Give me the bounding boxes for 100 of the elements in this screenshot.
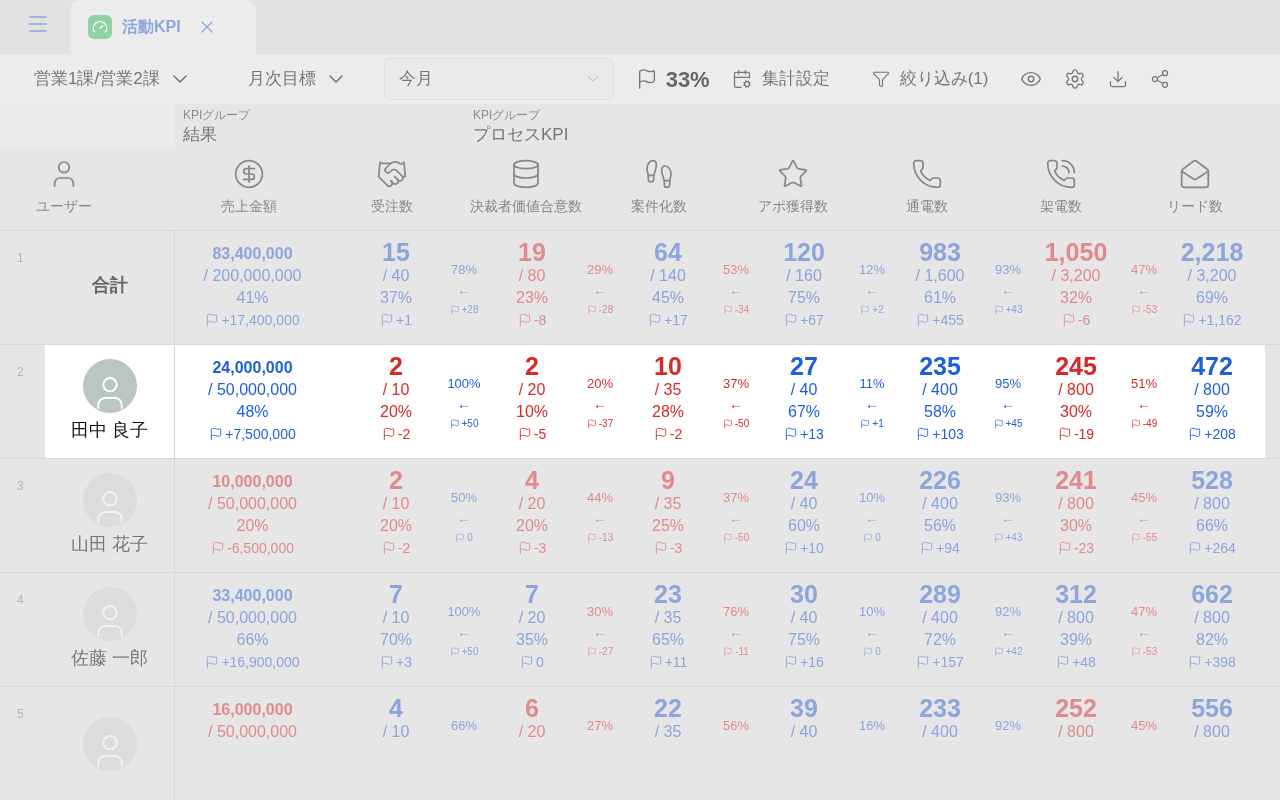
conversion-rate: 51% <box>1131 375 1157 393</box>
download-icon[interactable] <box>1108 69 1129 90</box>
actual-value: 23 <box>654 581 682 607</box>
target-value: / 400 <box>922 380 958 400</box>
target-value: / 800 <box>1194 494 1230 514</box>
flag-icon <box>1188 655 1203 669</box>
difference-text: +1,162 <box>1182 309 1242 331</box>
actual-value: 472 <box>1191 353 1233 379</box>
difference-text: +103 <box>916 423 964 445</box>
settings-icon[interactable] <box>1064 68 1087 91</box>
flag-icon <box>993 305 1004 315</box>
difference-text: -28 <box>586 300 614 320</box>
actual-value: 556 <box>1191 695 1233 721</box>
flag-icon <box>381 427 396 441</box>
target-value: / 50,000,000 <box>208 494 297 514</box>
achievement-rate: 30% <box>1060 516 1092 536</box>
conversion-rate: 47% <box>1131 261 1157 279</box>
difference-text: -3 <box>517 537 547 559</box>
achievement-rate: 41% <box>236 288 269 308</box>
difference-text: -2 <box>381 423 411 445</box>
tab[interactable]: 活動KPI <box>70 0 256 54</box>
flag-icon <box>1188 427 1203 441</box>
conversion-rate: 37% <box>723 375 749 393</box>
flag-icon <box>916 655 931 669</box>
arrow-text: ← <box>729 281 743 300</box>
target-value: / 50,000,000 <box>208 722 297 742</box>
target-dropdown[interactable]: 月次目標 <box>247 66 344 92</box>
flag-icon <box>1057 427 1072 441</box>
aggregation-settings-button[interactable]: 集計設定 <box>731 66 830 92</box>
arrow-text: ← <box>865 509 879 528</box>
difference-text: -37 <box>586 414 614 434</box>
target-value: / 20 <box>518 380 546 400</box>
team-dropdown[interactable]: 営業1課/営業2課 <box>34 66 188 92</box>
target-value: / 400 <box>922 608 958 628</box>
user-name: 山田 花子 <box>71 533 148 556</box>
arrow-text: ← <box>593 509 607 528</box>
conversion-rate: 30% <box>587 603 613 621</box>
period-select[interactable]: 今月 <box>383 58 614 101</box>
flag-icon <box>722 419 733 429</box>
achievement-rate: 48% <box>236 402 269 422</box>
target-value: / 35 <box>654 608 682 628</box>
flag-icon <box>1182 313 1197 327</box>
difference-text: -2 <box>653 423 683 445</box>
achievement-rate: 25% <box>652 516 684 536</box>
achievement-rate: 66% <box>236 630 269 650</box>
conversion-rate: 76% <box>723 603 749 621</box>
actual-value: 9 <box>661 467 675 493</box>
conversion-rate: 93% <box>995 261 1021 279</box>
actual-value: 4 <box>525 467 539 493</box>
flag-icon <box>211 541 225 555</box>
flag-icon <box>784 427 799 441</box>
target-value: / 3,200 <box>1187 266 1237 286</box>
flag-icon <box>1061 313 1076 327</box>
difference-text: +1 <box>860 414 884 434</box>
target-value: / 800 <box>1058 608 1094 628</box>
conversion-rate: 50% <box>451 489 477 507</box>
actual-value: 7 <box>389 581 403 607</box>
column-label: 売上金額 <box>221 196 278 216</box>
achievement-rate: 45% <box>652 288 684 308</box>
conversion-rate: 20% <box>587 375 613 393</box>
achievement-rate: 32% <box>1060 288 1092 308</box>
difference-text: -49 <box>1130 414 1158 434</box>
filter-button[interactable]: 絞り込み(1) <box>871 66 989 92</box>
flag-icon <box>863 533 874 543</box>
flag-icon <box>1130 533 1141 543</box>
achievement-rate: 60% <box>788 516 820 536</box>
target-value: / 10 <box>382 608 410 628</box>
flag-icon <box>860 419 871 429</box>
arrow-text: ← <box>1001 623 1015 642</box>
actual-value: 15 <box>382 239 410 265</box>
target-value: / 800 <box>1058 380 1094 400</box>
conversion-rate: 16% <box>859 717 885 735</box>
difference-text: +42 <box>993 642 1023 662</box>
chevron-down-icon <box>586 76 599 83</box>
flag-icon <box>586 533 597 543</box>
arrow-text: ← <box>593 281 607 300</box>
arrow-text: ← <box>457 623 471 642</box>
difference-text: 0 <box>520 651 544 673</box>
actual-value: 233 <box>919 695 961 721</box>
achievement-rate: 59% <box>1196 402 1228 422</box>
achievement-rate: 20% <box>380 402 412 422</box>
target-value: / 50,000,000 <box>208 608 297 628</box>
share-icon[interactable] <box>1150 69 1171 90</box>
achievement-rate: 69% <box>1196 288 1228 308</box>
arrow-text: ← <box>729 623 743 642</box>
conversion-rate: 47% <box>1131 603 1157 621</box>
flag-icon <box>1188 541 1203 555</box>
difference-text: -11 <box>723 642 749 662</box>
conversion-rate: 10% <box>859 603 885 621</box>
target-value: / 200,000,000 <box>203 266 302 286</box>
arrow-text: ← <box>1137 395 1151 414</box>
difference-text: +2 <box>860 300 884 320</box>
actual-value: 19 <box>518 239 546 265</box>
flag-icon <box>517 313 532 327</box>
difference-text: +50 <box>449 642 479 662</box>
actual-value: 662 <box>1191 581 1233 607</box>
actual-value: 33,400,000 <box>212 586 293 606</box>
difference-text: +94 <box>920 537 960 559</box>
phone-icon <box>1045 157 1078 190</box>
flag-icon <box>916 313 931 327</box>
